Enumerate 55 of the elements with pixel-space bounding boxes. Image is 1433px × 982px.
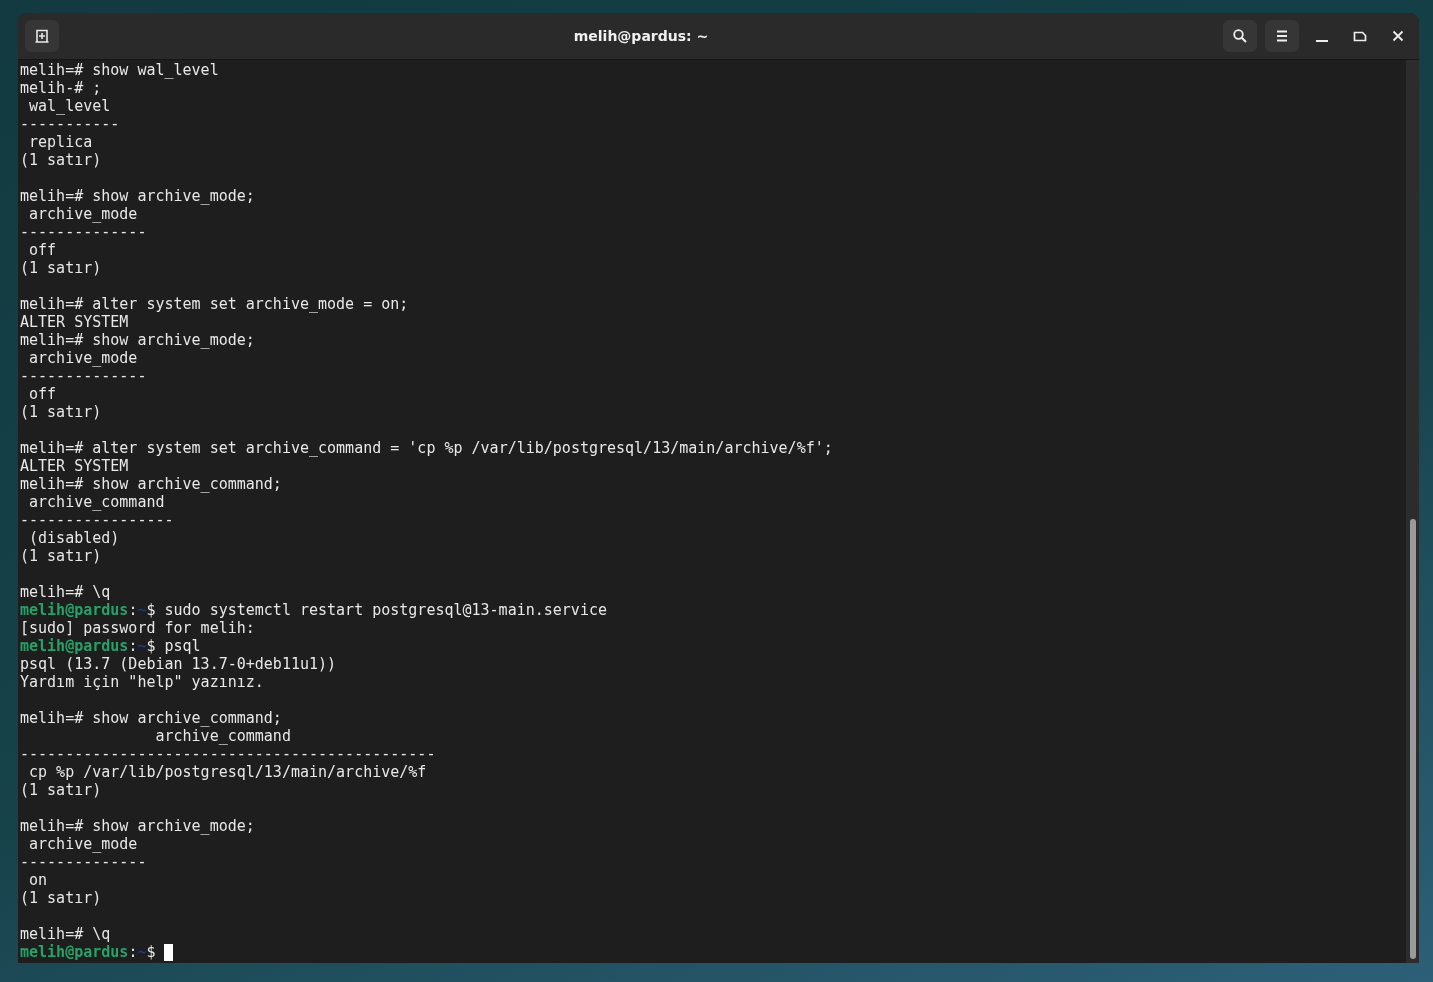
terminal-line: Yardım için "help" yazınız. [20,673,265,691]
menu-button[interactable] [1265,20,1299,52]
terminal-line: archive_command [28,493,166,511]
terminal-line: melih=# show archive_mode; [20,331,256,349]
terminal-line: -------------- [20,367,148,385]
terminal-line: (1 satır) [20,403,103,421]
restore-icon [1353,29,1367,43]
terminal-line: melih=# show archive_mode; [20,187,256,205]
new-tab-button[interactable] [25,20,59,52]
terminal-line: -------------- [20,853,148,871]
terminal-line: ----------- [20,115,121,133]
terminal-line: melih=# show archive_command; [20,709,283,727]
terminal-line: archive_mode [28,349,139,367]
menu-icon [1275,29,1289,43]
new-tab-icon [34,28,50,44]
terminal-line: archive_mode [28,835,139,853]
terminal-line: (1 satır) [20,151,103,169]
terminal-line: ----------------- [20,511,175,529]
terminal-line: melih@pardus:~$ [20,943,156,961]
terminal-line: off [28,385,58,403]
window-title: melih@pardus: ~ [572,28,710,44]
terminal-line: (1 satır) [20,259,103,277]
terminal-line: replica [28,133,94,151]
scrollbar-thumb[interactable] [1409,519,1416,959]
terminal-line: cp %p /var/lib/postgresql/13/main/archive/%f [28,763,428,781]
terminal-line: ---------------------------------------------- [20,745,437,763]
terminal-line: [sudo] password for melih: [20,619,256,637]
terminal-line: melih=# show archive_mode; [20,817,256,835]
terminal-line: melih=# alter system set archive_mode = on; [20,295,410,313]
terminal-line: ALTER SYSTEM [20,313,130,331]
terminal-line: melih@pardus:~$ sudo systemctl restart postgresql@13-main.service [20,601,607,619]
terminal-line: melih@pardus:~$ psql [20,637,201,655]
terminal-line: off [28,241,58,259]
terminal-line: (1 satır) [20,889,103,907]
terminal-line: -------------- [20,223,148,241]
terminal-line: melih=# show wal_level [20,61,220,79]
terminal-line: (1 satır) [20,547,103,565]
search-icon [1232,28,1248,44]
terminal-line: psql (13.7 (Debian 13.7-0+deb11u1)) [20,655,338,673]
terminal-line: wal_level [28,97,112,115]
scrollbar[interactable] [1406,60,1419,963]
terminal-line: melih=# alter system set archive_command = 'cp %p /var/lib/postgresql/13/main/archive/%f'; [20,439,834,457]
search-button[interactable] [1223,20,1257,52]
terminal-line: melih=# \q [20,583,112,601]
terminal-line: (disabled) [28,529,121,547]
terminal-line: (1 satır) [20,781,103,799]
terminal-line: melih=# \q [20,925,112,943]
terminal-line: on [28,871,49,889]
close-icon [1392,30,1404,42]
terminal-line: ALTER SYSTEM [20,457,130,475]
terminal-line: melih-# ; [20,79,103,97]
minimize-icon [1316,40,1328,42]
terminal-line: archive_mode [28,205,139,223]
terminal-line: archive_command [154,727,292,745]
terminal-line: melih=# show archive_command; [20,475,283,493]
